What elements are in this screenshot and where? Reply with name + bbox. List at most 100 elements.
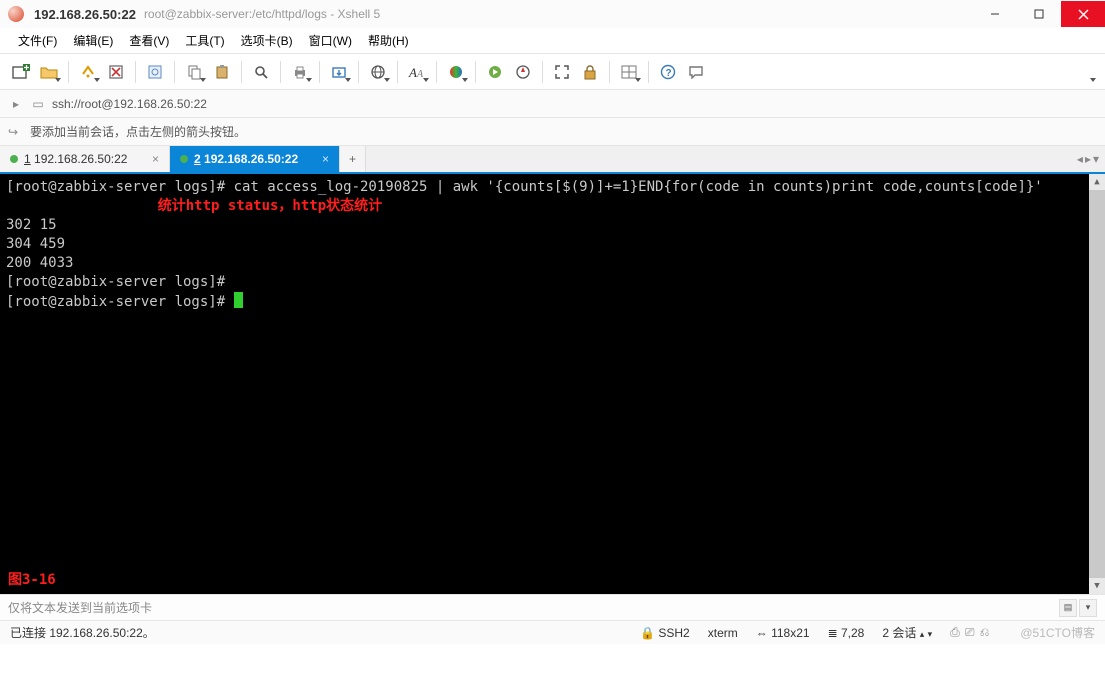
- status-proto: 🔒 SSH2: [640, 626, 690, 640]
- svg-text:A: A: [416, 69, 424, 80]
- app-logo-icon: [8, 6, 24, 22]
- terminal-line: [root@zabbix-server logs]#: [6, 294, 234, 310]
- hint-bar: ↪ 要添加当前会话，点击左侧的箭头按钮。: [0, 118, 1105, 146]
- send-mode-icon[interactable]: ▤: [1059, 599, 1077, 617]
- terminal-annotation: 统计http status，http状态统计: [158, 198, 382, 214]
- scroll-down-icon[interactable]: ▼: [1089, 578, 1105, 594]
- terminal-line: 200 4033: [6, 255, 73, 271]
- svg-text:A: A: [408, 65, 417, 80]
- toolbar-separator: [135, 61, 136, 83]
- toolbar-separator: [241, 61, 242, 83]
- tab-list-icon[interactable]: ▾: [1093, 152, 1099, 166]
- print-icon[interactable]: [287, 59, 313, 85]
- terminal-line: 304 459: [6, 236, 65, 252]
- menu-file[interactable]: 文件(F): [10, 28, 65, 53]
- reconnect-icon[interactable]: [75, 59, 101, 85]
- toolbar-separator: [436, 61, 437, 83]
- toolbar-separator: [609, 61, 610, 83]
- address-url[interactable]: ssh://root@192.168.26.50:22: [52, 97, 207, 111]
- window-title-main: 192.168.26.50:22: [34, 7, 136, 22]
- file-transfer-icon[interactable]: [326, 59, 352, 85]
- copy-icon[interactable]: [181, 59, 207, 85]
- tab-2-label: 2 192.168.26.50:22: [194, 152, 298, 166]
- rows-icon: ≣: [828, 626, 838, 640]
- script-icon[interactable]: [482, 59, 508, 85]
- resize-icon: ⇔: [756, 626, 768, 640]
- toolbar-separator: [358, 61, 359, 83]
- lock-icon: 🔒: [640, 626, 655, 640]
- terminal-cursor: [234, 292, 243, 308]
- menu-help[interactable]: 帮助(H): [360, 28, 417, 53]
- status-sessions: 2 会话 ▴ ▾: [882, 624, 932, 641]
- address-bar: ▸ ▭ ssh://root@192.168.26.50:22: [0, 90, 1105, 118]
- send-input[interactable]: 仅将文本发送到当前选项卡: [8, 599, 1059, 616]
- status-caps: ⎙ ⎚ ⎌: [950, 625, 988, 640]
- compass-icon[interactable]: [510, 59, 536, 85]
- svg-text:?: ?: [666, 68, 672, 79]
- new-session-icon[interactable]: [8, 59, 34, 85]
- help-icon[interactable]: ?: [655, 59, 681, 85]
- menu-edit[interactable]: 编辑(E): [65, 28, 121, 53]
- status-connection: 已连接 192.168.26.50:22。: [10, 624, 155, 641]
- toolbar-overflow-icon[interactable]: [1071, 59, 1097, 85]
- tab-next-icon[interactable]: ▸: [1085, 152, 1091, 166]
- window-title-sub: root@zabbix-server:/etc/httpd/logs - Xsh…: [144, 7, 380, 21]
- maximize-button[interactable]: [1017, 1, 1061, 27]
- hint-arrow-icon[interactable]: ↪: [8, 125, 24, 139]
- disconnect-icon[interactable]: [103, 59, 129, 85]
- address-prefix-icon[interactable]: ▸: [8, 97, 24, 111]
- figure-label: 图3-16: [8, 571, 56, 590]
- status-term: xterm: [708, 626, 738, 640]
- fullscreen-icon[interactable]: [549, 59, 575, 85]
- session-icon: ▭: [30, 97, 46, 111]
- tab-1-label: 1 192.168.26.50:22: [24, 152, 127, 166]
- terminal-line: [root@zabbix-server logs]#: [6, 274, 225, 290]
- menu-tabs[interactable]: 选项卡(B): [233, 28, 301, 53]
- font-icon[interactable]: AA: [404, 59, 430, 85]
- tab-2[interactable]: 2 192.168.26.50:22 ×: [170, 146, 340, 172]
- color-scheme-icon[interactable]: [443, 59, 469, 85]
- layout-icon[interactable]: [616, 59, 642, 85]
- new-tab-button[interactable]: +: [340, 146, 366, 172]
- menu-tools[interactable]: 工具(T): [177, 28, 232, 53]
- close-button[interactable]: [1061, 1, 1105, 27]
- send-dropdown-icon[interactable]: ▾: [1079, 599, 1097, 617]
- hint-text: 要添加当前会话，点击左侧的箭头按钮。: [30, 123, 246, 140]
- status-dot-icon: [180, 155, 188, 163]
- menu-view[interactable]: 查看(V): [121, 28, 177, 53]
- scroll-up-icon[interactable]: ▲: [1089, 174, 1105, 190]
- terminal-line: [root@zabbix-server logs]# cat access_lo…: [6, 179, 1043, 195]
- status-dot-icon: [10, 155, 18, 163]
- find-icon[interactable]: [248, 59, 274, 85]
- toolbar-separator: [648, 61, 649, 83]
- tab-2-close-icon[interactable]: ×: [322, 152, 329, 166]
- globe-icon[interactable]: [365, 59, 391, 85]
- tab-1-close-icon[interactable]: ×: [152, 152, 159, 166]
- toolbar-separator: [475, 61, 476, 83]
- terminal-scrollbar[interactable]: ▲ ▼: [1089, 174, 1105, 594]
- lock-icon[interactable]: [577, 59, 603, 85]
- send-options: ▤ ▾: [1059, 599, 1097, 617]
- toolbar-separator: [397, 61, 398, 83]
- menu-bar: 文件(F) 编辑(E) 查看(V) 工具(T) 选项卡(B) 窗口(W) 帮助(…: [0, 28, 1105, 54]
- toolbar-separator: [174, 61, 175, 83]
- toolbar-separator: [319, 61, 320, 83]
- chat-icon[interactable]: [683, 59, 709, 85]
- status-size: ⇔ 118x21: [756, 626, 810, 640]
- window-controls: [973, 1, 1105, 27]
- toolbar: AA ?: [0, 54, 1105, 90]
- status-bar: 已连接 192.168.26.50:22。 🔒 SSH2 xterm ⇔ 118…: [0, 620, 1105, 644]
- tab-nav: ◂ ▸ ▾: [1071, 146, 1105, 172]
- tab-1[interactable]: 1 192.168.26.50:22 ×: [0, 146, 170, 172]
- tab-prev-icon[interactable]: ◂: [1077, 152, 1083, 166]
- scroll-thumb[interactable]: [1089, 190, 1105, 578]
- open-session-icon[interactable]: [36, 59, 62, 85]
- tab-bar: 1 192.168.26.50:22 × 2 192.168.26.50:22 …: [0, 146, 1105, 174]
- title-bar: 192.168.26.50:22 root@zabbix-server:/etc…: [0, 0, 1105, 28]
- properties-icon[interactable]: [142, 59, 168, 85]
- menu-window[interactable]: 窗口(W): [301, 28, 360, 53]
- minimize-button[interactable]: [973, 1, 1017, 27]
- paste-icon[interactable]: [209, 59, 235, 85]
- terminal[interactable]: [root@zabbix-server logs]# cat access_lo…: [0, 174, 1105, 594]
- send-bar: 仅将文本发送到当前选项卡 ▤ ▾: [0, 594, 1105, 620]
